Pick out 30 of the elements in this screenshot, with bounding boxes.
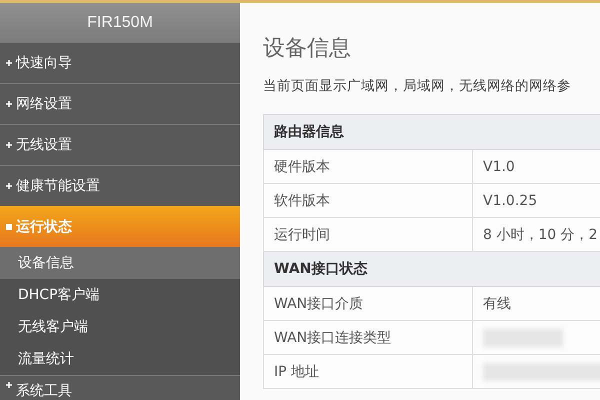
table-cell: WAN接口介质 xyxy=(264,286,472,320)
submenu-item[interactable]: 设备信息 xyxy=(0,247,240,279)
plus-icon xyxy=(6,60,12,66)
submenu-item[interactable]: 流量统计 xyxy=(0,343,240,375)
menu-item[interactable]: 系统工具 xyxy=(0,375,240,400)
table-cell: 8 小时，10 分，2 xyxy=(472,218,600,252)
submenu-item[interactable]: 无线客户端 xyxy=(0,311,240,343)
table-cell: V1.0 xyxy=(472,150,600,184)
menu-item[interactable]: 快速向导 xyxy=(0,42,240,83)
table-cell: V1.0.25 xyxy=(472,184,600,218)
table-cell: 运行时间 xyxy=(264,218,472,252)
section-header: WAN接口状态 xyxy=(264,252,600,286)
plus-icon xyxy=(6,382,12,388)
square-icon xyxy=(6,224,12,230)
table-cell: 硬件版本 xyxy=(264,150,472,184)
device-model: FIR150M xyxy=(0,3,240,42)
plus-icon xyxy=(6,142,12,148)
section-header: 路由器信息 xyxy=(264,114,600,150)
table-cell: IP 地址 xyxy=(264,354,472,388)
table-cell: 有线 xyxy=(472,286,600,320)
page-description: 当前页面显示广域网，局域网，无线网络的网络参 xyxy=(263,77,572,95)
table-cell: WAN接口连接类型 xyxy=(264,320,472,354)
menu-item[interactable]: 健康节能设置 xyxy=(0,165,240,206)
menu-item[interactable]: 无线设置 xyxy=(0,124,240,165)
plus-icon xyxy=(6,183,12,189)
table-cell: 软件版本 xyxy=(264,184,472,218)
submenu-item[interactable]: DHCP客户端 xyxy=(0,279,240,311)
menu-item[interactable]: 网络设置 xyxy=(0,83,240,124)
page-title: 设备信息 xyxy=(263,35,352,63)
plus-icon xyxy=(6,101,12,107)
